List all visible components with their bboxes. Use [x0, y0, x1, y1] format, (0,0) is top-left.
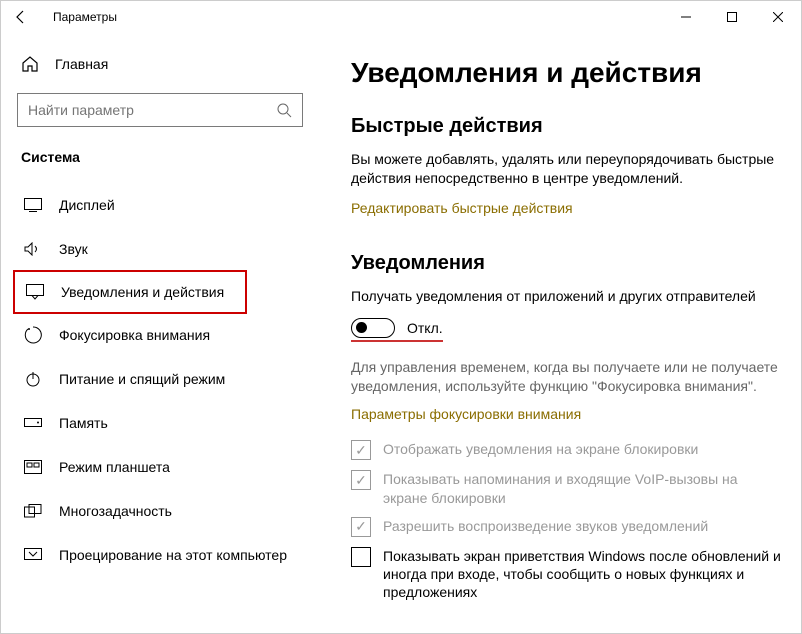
close-button[interactable] [755, 1, 801, 33]
checkbox-label: Разрешить воспроизведение звуков уведомл… [383, 517, 708, 535]
tablet-icon [23, 460, 43, 474]
home-icon [21, 55, 39, 73]
focus-hint-text: Для управления временем, когда вы получа… [351, 358, 783, 396]
main-content: Уведомления и действия Быстрые действия … [323, 33, 801, 633]
sidebar: Главная Система Дисплей Звук Уведомления… [1, 33, 323, 633]
checkbox-label: Отображать уведомления на экране блокиро… [383, 440, 698, 458]
sidebar-item-label: Фокусировка внимания [59, 327, 210, 343]
window-title: Параметры [53, 10, 117, 24]
display-icon [23, 198, 43, 212]
titlebar: Параметры [1, 1, 801, 33]
sidebar-item-power[interactable]: Питание и спящий режим [13, 357, 319, 401]
quick-actions-heading: Быстрые действия [351, 115, 783, 138]
checkbox-label: Показывать напоминания и входящие VoIP-в… [383, 470, 783, 506]
notifications-toggle[interactable] [351, 318, 395, 338]
back-button[interactable] [7, 3, 35, 31]
focus-settings-link[interactable]: Параметры фокусировки внимания [351, 406, 581, 422]
search-input[interactable] [28, 102, 276, 118]
sidebar-item-label: Дисплей [59, 197, 115, 213]
search-box[interactable] [17, 93, 303, 127]
sidebar-home[interactable]: Главная [13, 49, 319, 79]
sidebar-item-label: Многозадачность [59, 503, 172, 519]
checkbox-label: Показывать экран приветствия Windows пос… [383, 547, 783, 602]
project-icon [23, 548, 43, 562]
notifications-toggle-state: Откл. [407, 320, 443, 336]
notifications-heading: Уведомления [351, 252, 783, 275]
sidebar-item-notifications[interactable]: Уведомления и действия [13, 270, 247, 314]
edit-quick-actions-link[interactable]: Редактировать быстрые действия [351, 200, 573, 216]
sound-icon [23, 242, 43, 256]
sidebar-home-label: Главная [55, 56, 108, 72]
checkbox-lockscreen-notif[interactable] [351, 440, 371, 460]
sidebar-item-label: Проецирование на этот компьютер [59, 547, 287, 563]
sidebar-category: Система [13, 145, 319, 169]
search-icon [276, 102, 292, 118]
sidebar-item-tablet[interactable]: Режим планшета [13, 445, 319, 489]
sidebar-item-storage[interactable]: Память [13, 401, 319, 445]
checkbox-welcome-screen[interactable] [351, 547, 371, 567]
storage-icon [23, 418, 43, 428]
multitask-icon [23, 504, 43, 518]
sidebar-item-label: Питание и спящий режим [59, 371, 225, 387]
notifications-toggle-desc: Получать уведомления от приложений и дру… [351, 287, 783, 306]
sidebar-item-label: Режим планшета [59, 459, 170, 475]
page-title: Уведомления и действия [351, 57, 783, 89]
power-icon [23, 371, 43, 387]
sidebar-item-label: Звук [59, 241, 88, 257]
sidebar-item-project[interactable]: Проецирование на этот компьютер [13, 533, 319, 577]
sidebar-item-multitask[interactable]: Многозадачность [13, 489, 319, 533]
maximize-button[interactable] [709, 1, 755, 33]
quick-actions-desc: Вы можете добавлять, удалять или переупо… [351, 150, 783, 188]
sidebar-item-sound[interactable]: Звук [13, 227, 319, 271]
highlight-underline [351, 340, 443, 342]
checkbox-sound[interactable] [351, 517, 371, 537]
focus-icon [23, 326, 43, 344]
sidebar-item-label: Уведомления и действия [61, 284, 224, 300]
checkbox-voip-lockscreen[interactable] [351, 470, 371, 490]
sidebar-item-display[interactable]: Дисплей [13, 183, 319, 227]
sidebar-item-focus[interactable]: Фокусировка внимания [13, 313, 319, 357]
notification-icon [25, 284, 45, 300]
sidebar-item-label: Память [59, 415, 108, 431]
minimize-button[interactable] [663, 1, 709, 33]
